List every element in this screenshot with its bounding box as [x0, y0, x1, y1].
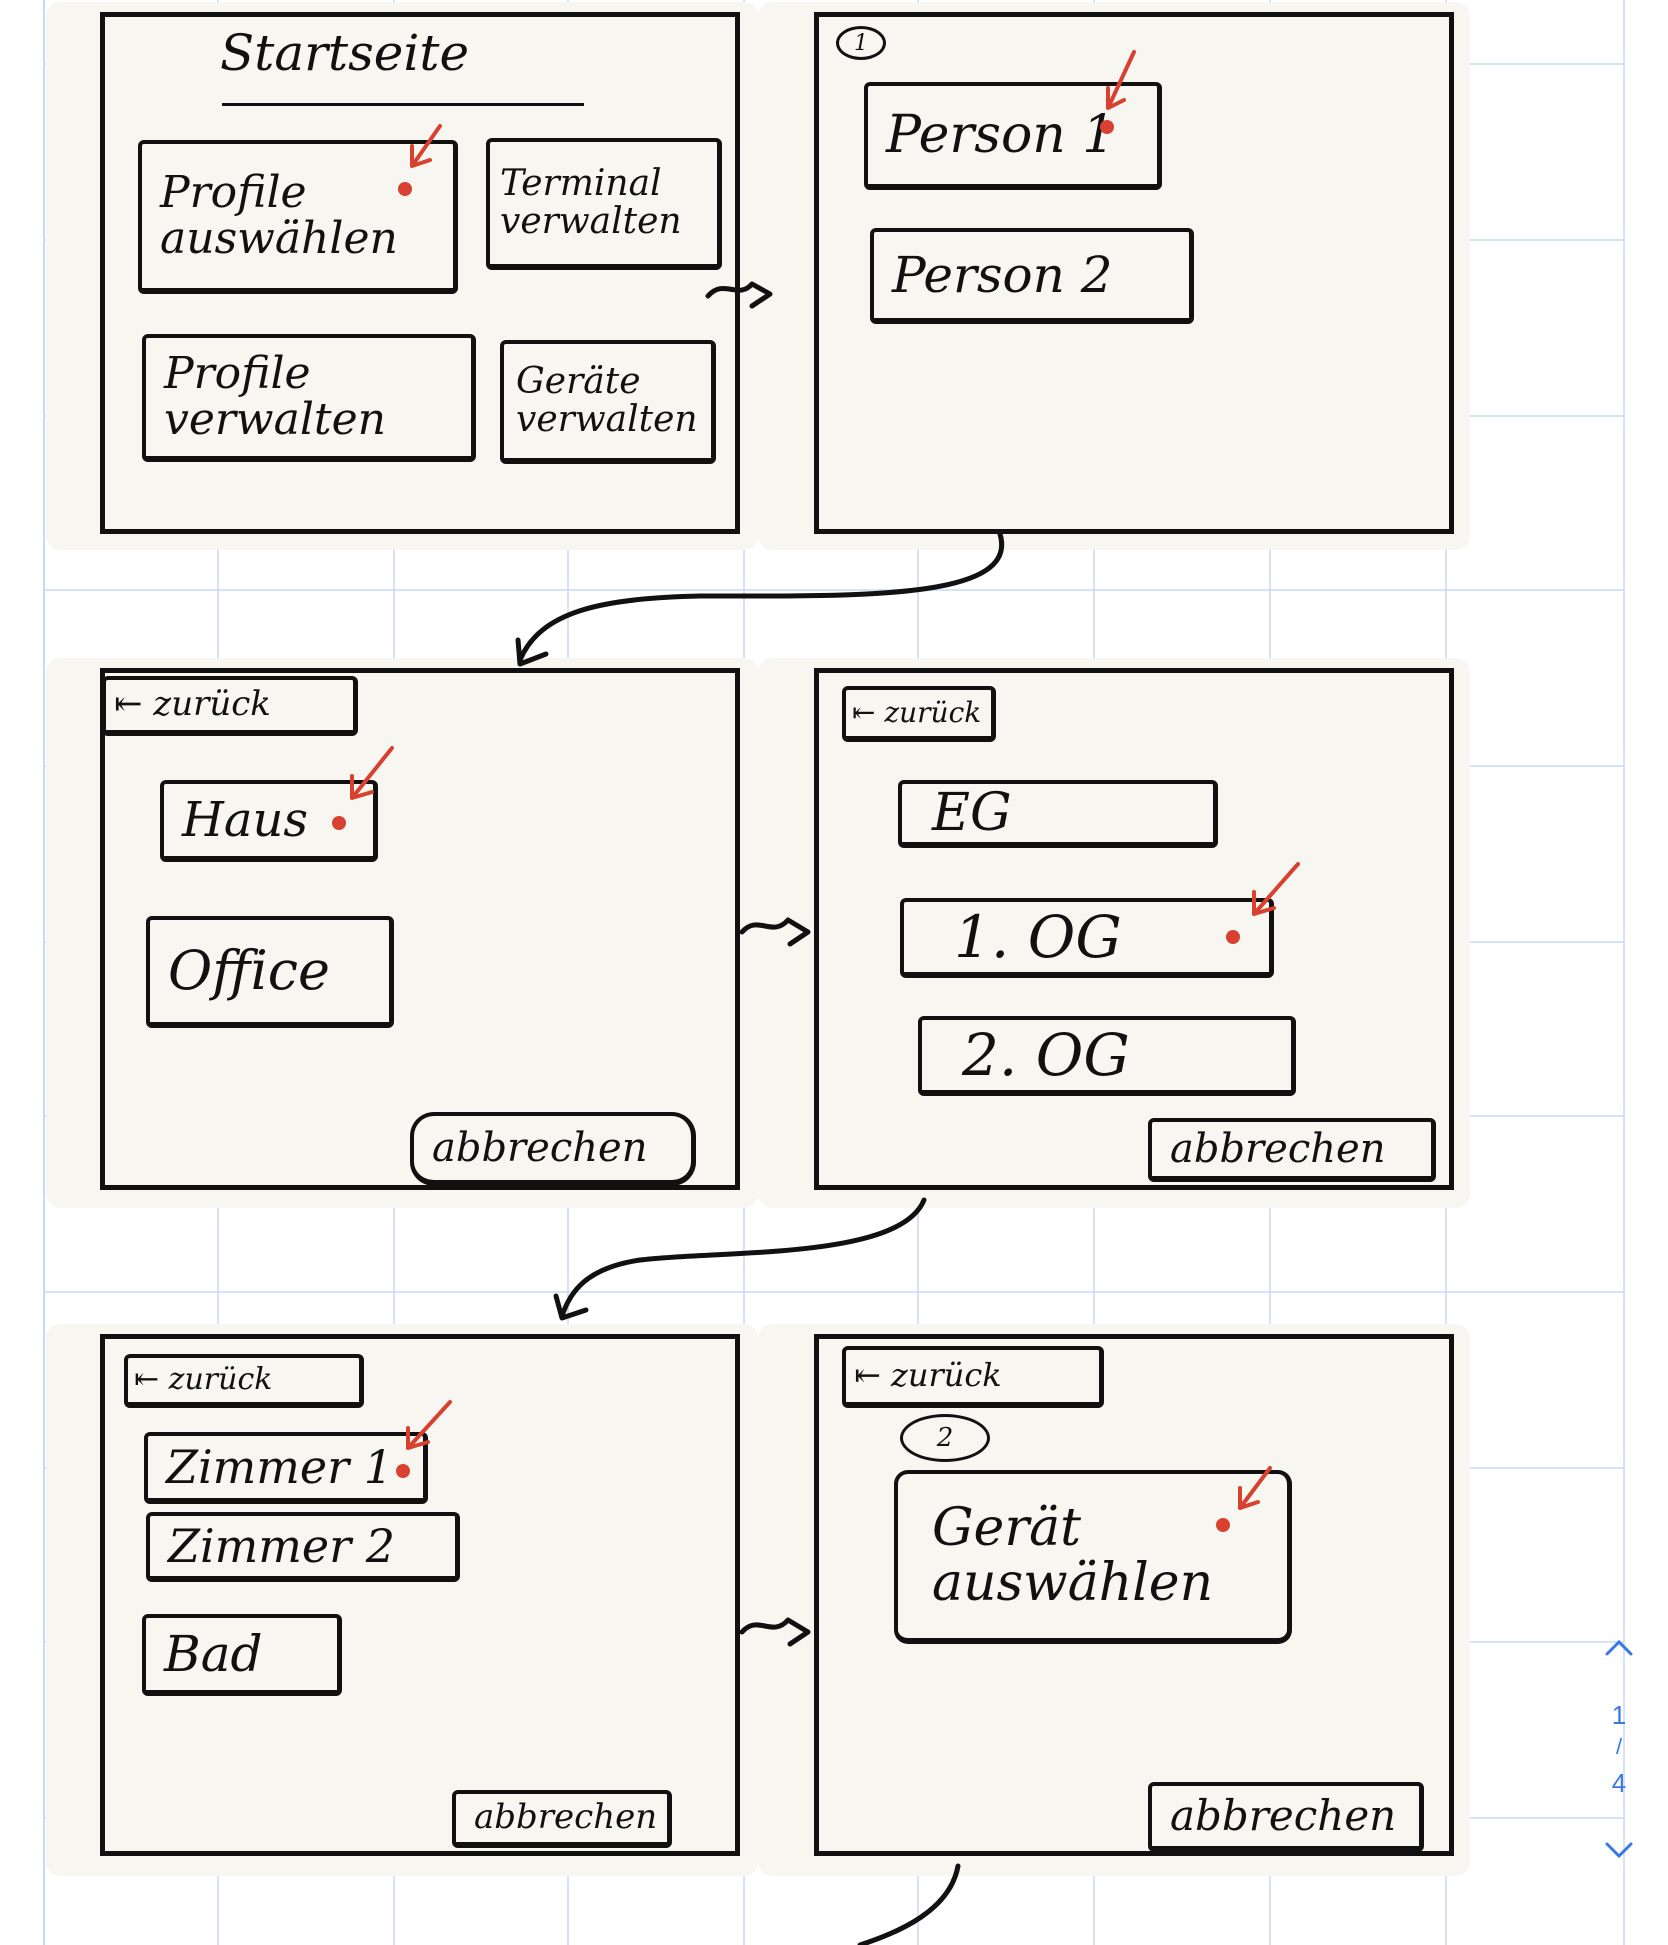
button-label: verwalten	[164, 394, 386, 445]
tap-marker	[398, 182, 412, 196]
button-label: Zimmer 2	[168, 1518, 396, 1573]
button-label: 2. OG	[962, 1020, 1130, 1089]
chevron-down-icon	[1605, 1842, 1633, 1859]
cancel-button[interactable]: abbrechen	[1148, 1782, 1424, 1852]
step-number: 1	[836, 26, 886, 60]
button-label: abbrechen	[474, 1797, 658, 1838]
page-separator: /	[1615, 1734, 1623, 1759]
floor-2og-button[interactable]: 2. OG	[918, 1016, 1296, 1096]
page-current: 1	[1611, 1700, 1627, 1730]
back-button[interactable]: ⇤ zurück	[842, 1346, 1104, 1408]
button-label: Person 1	[886, 104, 1116, 165]
button-label: abbrechen	[1170, 1126, 1386, 1172]
location-office-button[interactable]: Office	[146, 916, 394, 1028]
button-label: Profile	[164, 347, 311, 399]
room-bad-button[interactable]: Bad	[142, 1614, 342, 1696]
cancel-button[interactable]: abbrechen	[1148, 1118, 1436, 1182]
button-label: Profile	[160, 166, 307, 218]
button-label: abbrechen	[1170, 1790, 1397, 1840]
back-button[interactable]: ⇤ zurück	[124, 1354, 364, 1408]
button-label: verwalten	[500, 201, 682, 242]
title-underline	[222, 103, 584, 106]
page-title: Startseite	[220, 24, 470, 82]
tap-marker	[1216, 1518, 1230, 1532]
person-1-button[interactable]: Person 1	[864, 82, 1162, 190]
page-up-button[interactable]	[1598, 1634, 1640, 1665]
floor-1og-button[interactable]: 1. OG	[900, 898, 1274, 978]
step-number: 2	[900, 1414, 990, 1462]
tap-marker	[332, 816, 346, 830]
back-button[interactable]: ⇤ zurück	[102, 676, 358, 736]
page-total: 4	[1611, 1768, 1627, 1798]
back-button[interactable]: ⇤ zurück	[842, 686, 996, 742]
devices-manage-button[interactable]: Geräte verwalten	[500, 340, 716, 464]
button-label: auswählen	[160, 213, 398, 264]
profile-manage-button[interactable]: Profile verwalten	[142, 334, 476, 462]
terminal-manage-button[interactable]: Terminal verwalten	[486, 138, 722, 270]
cancel-button[interactable]: abbrechen	[452, 1790, 672, 1848]
page-down-button[interactable]	[1598, 1836, 1640, 1867]
button-label: 1. OG	[954, 902, 1122, 971]
button-label: Gerät	[932, 1498, 1082, 1559]
button-label: EG	[932, 782, 1012, 843]
button-label: auswählen	[932, 1553, 1214, 1613]
button-label: ⇤ zurück	[114, 684, 271, 725]
button-label: ⇤ zurück	[852, 696, 982, 730]
button-label: Person 2	[892, 245, 1113, 304]
button-label: Haus	[182, 791, 309, 848]
button-label: Zimmer 1	[166, 1439, 394, 1494]
tap-marker	[396, 1464, 410, 1478]
screen-rooms	[100, 1334, 740, 1856]
room-zimmer-1-button[interactable]: Zimmer 1	[144, 1432, 428, 1504]
button-label: abbrechen	[432, 1125, 648, 1171]
button-label: Terminal	[500, 163, 662, 205]
button-label: ⇤ zurück	[854, 1356, 1002, 1395]
cancel-button[interactable]: abbrechen	[410, 1112, 696, 1186]
chevron-up-icon	[1605, 1639, 1633, 1656]
device-select-button[interactable]: Gerät auswählen	[894, 1470, 1292, 1644]
room-zimmer-2-button[interactable]: Zimmer 2	[146, 1512, 460, 1582]
button-label: Geräte	[516, 361, 641, 403]
floor-eg-button[interactable]: EG	[898, 780, 1218, 848]
profile-select-button[interactable]: Profile auswählen	[138, 140, 458, 294]
button-label: Office	[168, 938, 330, 1002]
tap-marker	[1226, 930, 1240, 944]
button-label: ⇤ zurück	[134, 1362, 273, 1398]
tap-marker	[1100, 120, 1114, 134]
button-label: Bad	[164, 1624, 263, 1683]
button-label: verwalten	[516, 399, 698, 440]
person-2-button[interactable]: Person 2	[870, 228, 1194, 324]
